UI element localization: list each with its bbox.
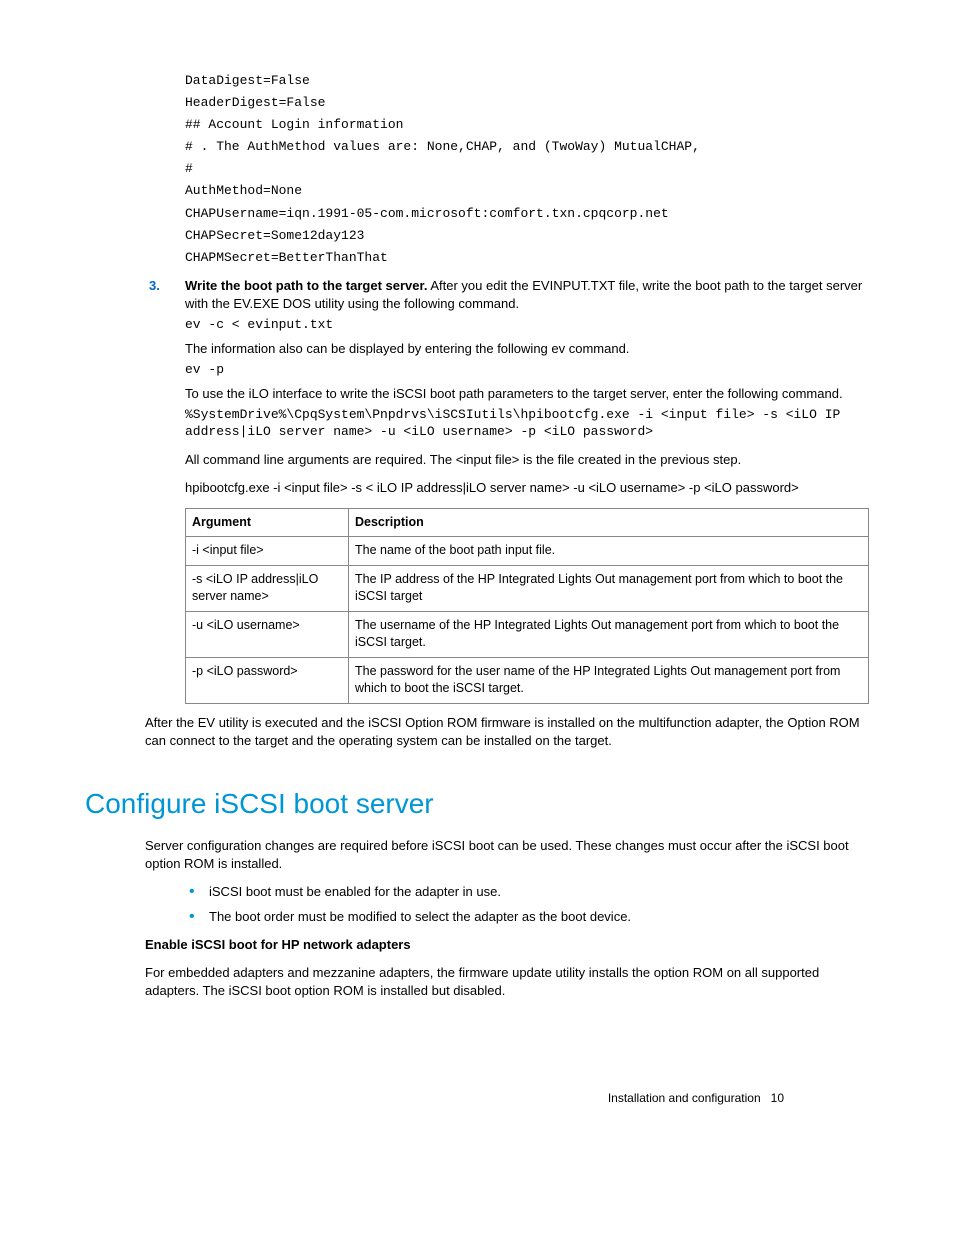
table-header-argument: Argument xyxy=(186,508,349,537)
step-number: 3. xyxy=(149,277,185,313)
list-item: iSCSI boot must be enabled for the adapt… xyxy=(185,883,869,901)
command-ev-c: ev -c < evinput.txt xyxy=(185,317,869,334)
table-cell-desc: The username of the HP Integrated Lights… xyxy=(349,611,869,657)
table-row: -p <iLO password> The password for the u… xyxy=(186,657,869,703)
page-footer: Installation and configuration 10 xyxy=(608,1090,784,1107)
footer-section: Installation and configuration xyxy=(608,1091,761,1105)
table-cell-desc: The IP address of the HP Integrated Ligh… xyxy=(349,565,869,611)
table-cell-arg: -i <input file> xyxy=(186,537,349,566)
body-paragraph: For embedded adapters and mezzanine adap… xyxy=(145,964,869,1000)
body-paragraph: After the EV utility is executed and the… xyxy=(145,714,869,750)
footer-page-number: 10 xyxy=(771,1091,784,1105)
table-cell-arg: -s <iLO IP address|iLO server name> xyxy=(186,565,349,611)
command-ev-p: ev -p xyxy=(185,362,869,379)
command-syntax-line: hpibootcfg.exe -i <input file> -s < iLO … xyxy=(185,479,869,497)
table-cell-desc: The password for the user name of the HP… xyxy=(349,657,869,703)
table-cell-arg: -p <iLO password> xyxy=(186,657,349,703)
bullet-list: iSCSI boot must be enabled for the adapt… xyxy=(185,883,869,925)
config-code-block: DataDigest=False HeaderDigest=False ## A… xyxy=(185,70,869,269)
body-paragraph: All command line arguments are required.… xyxy=(185,451,869,469)
body-paragraph: To use the iLO interface to write the iS… xyxy=(185,385,869,403)
command-hpibootcfg: %SystemDrive%\CpqSystem\Pnpdrvs\iSCSIuti… xyxy=(185,407,869,441)
table-row: -s <iLO IP address|iLO server name> The … xyxy=(186,565,869,611)
list-item: The boot order must be modified to selec… xyxy=(185,908,869,926)
body-paragraph: Server configuration changes are require… xyxy=(145,837,869,873)
table-header-description: Description xyxy=(349,508,869,537)
table-row: -i <input file> The name of the boot pat… xyxy=(186,537,869,566)
step-3: 3. Write the boot path to the target ser… xyxy=(149,277,869,313)
step-body: Write the boot path to the target server… xyxy=(185,277,869,313)
table-row: -u <iLO username> The username of the HP… xyxy=(186,611,869,657)
section-heading: Configure iSCSI boot server xyxy=(85,784,869,823)
step-bold-text: Write the boot path to the target server… xyxy=(185,278,427,293)
subsection-heading: Enable iSCSI boot for HP network adapter… xyxy=(145,936,869,954)
body-paragraph: The information also can be displayed by… xyxy=(185,340,869,358)
table-cell-arg: -u <iLO username> xyxy=(186,611,349,657)
table-cell-desc: The name of the boot path input file. xyxy=(349,537,869,566)
table-header-row: Argument Description xyxy=(186,508,869,537)
arguments-table: Argument Description -i <input file> The… xyxy=(185,508,869,704)
